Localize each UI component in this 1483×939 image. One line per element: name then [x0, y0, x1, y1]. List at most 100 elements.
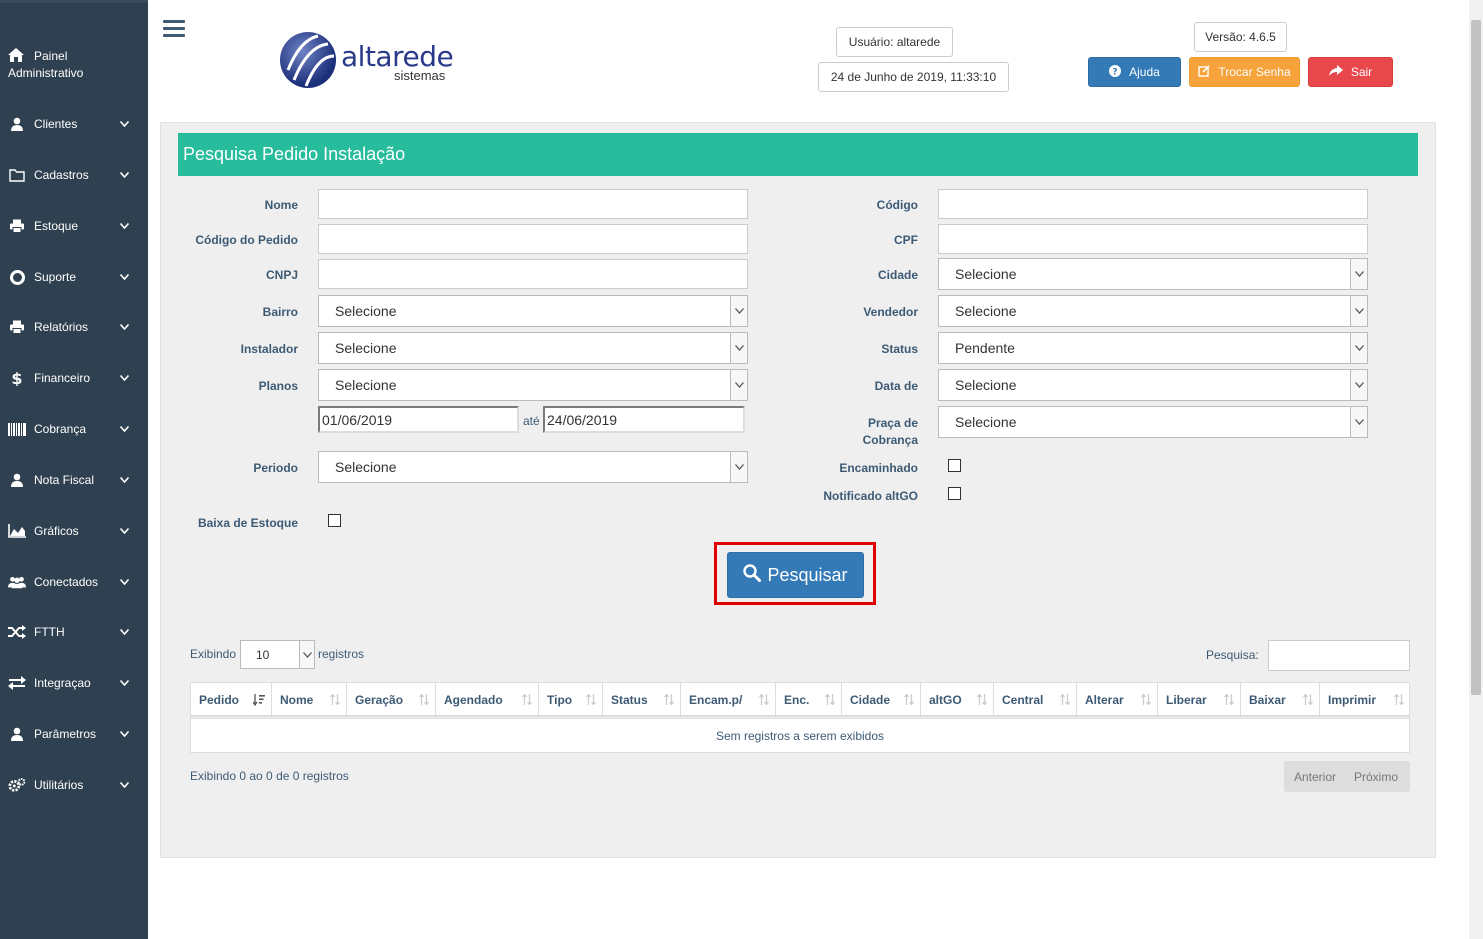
logo-subtext: sistemas	[394, 68, 446, 83]
label-cidade: Cidade	[877, 268, 918, 282]
sidebar-item-cadastros[interactable]: Cadastros	[0, 155, 148, 195]
sidebar-item-graficos[interactable]: Gráficos	[0, 511, 148, 551]
sidebar-item-conectados[interactable]: Conectados	[0, 562, 148, 602]
sidebar-item-cobranca[interactable]: Cobrança	[0, 409, 148, 449]
help-button[interactable]: ? Ajuda	[1088, 57, 1181, 87]
column-header-pedido[interactable]: Pedido	[191, 683, 272, 716]
label-cpf: CPF	[894, 233, 918, 247]
praca-cobranca-select[interactable]: Selecione	[938, 406, 1368, 438]
chevron-down-icon	[119, 119, 129, 129]
column-header-tipo[interactable]: Tipo	[539, 683, 603, 716]
sidebar-item-label: Financeiro	[34, 371, 91, 385]
column-header-agendado[interactable]: Agendado	[436, 683, 539, 716]
cpf-input[interactable]	[938, 224, 1368, 254]
sidebar-item-relatorios[interactable]: Relatórios	[0, 307, 148, 347]
showing-prefix: Exibindo	[190, 647, 237, 661]
sidebar-item-painel[interactable]: Painel Administrativo	[0, 43, 148, 87]
sidebar-item-clientes[interactable]: Clientes	[0, 104, 148, 144]
date-from-input[interactable]: 01/06/2019	[318, 406, 519, 433]
chevron-down-icon	[119, 424, 129, 434]
sidebar-item-ftth[interactable]: FTTH	[0, 612, 148, 652]
sort-icon	[824, 693, 836, 708]
label-periodo: Periodo	[253, 461, 298, 475]
logout-button[interactable]: Sair	[1308, 57, 1393, 87]
sidebar-item-label: Painel	[34, 49, 68, 63]
column-header-label: Enc.	[784, 692, 810, 707]
column-header-encam-p[interactable]: Encam.p/	[681, 683, 776, 716]
prev-page-button[interactable]: Anterior	[1294, 770, 1336, 784]
chevron-down-icon	[119, 221, 129, 231]
cidade-value: Selecione	[955, 266, 1017, 282]
codigo-pedido-input[interactable]	[318, 224, 748, 254]
date-to-input[interactable]: 24/06/2019	[543, 406, 745, 433]
column-header-alterar[interactable]: Alterar	[1077, 683, 1158, 716]
next-page-button[interactable]: Próximo	[1354, 770, 1398, 784]
column-header-central[interactable]: Central	[994, 683, 1077, 716]
column-header-nome[interactable]: Nome	[272, 683, 347, 716]
sidebar-item-financeiro[interactable]: $ Financeiro	[0, 358, 148, 398]
chevron-down-icon	[119, 475, 129, 485]
users-icon	[8, 574, 26, 590]
search-button[interactable]: Pesquisar	[727, 552, 864, 598]
column-header-label: Tipo	[547, 692, 573, 707]
user-icon	[8, 472, 26, 488]
column-header-baixar[interactable]: Baixar	[1241, 683, 1320, 716]
barcode-icon	[8, 421, 26, 437]
notificado-checkbox[interactable]	[948, 487, 961, 500]
bairro-select[interactable]: Selecione	[318, 295, 748, 327]
scrollbar-thumb[interactable]	[1471, 20, 1481, 695]
table-search-input[interactable]	[1268, 640, 1410, 671]
search-icon	[743, 563, 762, 587]
sort-icon	[903, 693, 915, 708]
planos-select[interactable]: Selecione	[318, 369, 748, 401]
table-info: Exibindo 0 ao 0 de 0 registros	[190, 769, 349, 783]
cnpj-input[interactable]	[318, 259, 748, 289]
page-scrollbar[interactable]	[1469, 0, 1483, 939]
change-password-button[interactable]: Trocar Senha	[1189, 57, 1300, 87]
table-search-label: Pesquisa:	[1206, 648, 1259, 662]
status-select[interactable]: Pendente	[938, 332, 1368, 364]
edit-icon	[1198, 64, 1210, 80]
table-empty-row: Sem registros a serem exibidos	[190, 718, 1410, 753]
baixa-estoque-checkbox[interactable]	[328, 514, 341, 527]
column-header-label: Liberar	[1166, 692, 1207, 707]
page-size-select[interactable]: 10	[240, 640, 315, 669]
chevron-down-icon	[119, 170, 129, 180]
sort-icon	[418, 693, 430, 708]
codigo-input[interactable]	[938, 189, 1368, 219]
sidebar-item-suporte[interactable]: Suporte	[0, 257, 148, 297]
chevron-down-icon	[119, 678, 129, 688]
column-header-liberar[interactable]: Liberar	[1158, 683, 1241, 716]
label-codigo: Código	[876, 198, 918, 212]
sort-icon	[1140, 693, 1152, 708]
sidebar-item-label: FTTH	[34, 625, 65, 639]
sidebar-item-nota-fiscal[interactable]: Nota Fiscal	[0, 460, 148, 500]
column-header-geracao[interactable]: Geração	[347, 683, 436, 716]
periodo-select[interactable]: Selecione	[318, 451, 748, 483]
column-header-label: Encam.p/	[689, 692, 743, 707]
sidebar-item-utilitarios[interactable]: Utilitários	[0, 765, 148, 805]
chevron-down-icon	[119, 627, 129, 637]
nome-input[interactable]	[318, 189, 748, 219]
menu-toggle-icon[interactable]	[163, 20, 185, 40]
showing-suffix: registros	[318, 647, 365, 661]
chevron-down-icon	[119, 526, 129, 536]
cidade-select[interactable]: Selecione	[938, 258, 1368, 290]
help-label: Ajuda	[1129, 65, 1160, 79]
sidebar-item-parametros[interactable]: Parâmetros	[0, 714, 148, 754]
sidebar-item-label: Gráficos	[34, 524, 79, 538]
instalador-select[interactable]: Selecione	[318, 332, 748, 364]
data-de-select[interactable]: Selecione	[938, 369, 1368, 401]
column-header-altgo[interactable]: altGO	[921, 683, 994, 716]
encaminhado-checkbox[interactable]	[948, 459, 961, 472]
label-vendedor: Vendedor	[863, 305, 918, 319]
column-header-imprimir[interactable]: Imprimir	[1320, 683, 1410, 716]
column-header-status[interactable]: Status	[603, 683, 681, 716]
column-header-enc[interactable]: Enc.	[776, 683, 842, 716]
sidebar-item-integracao[interactable]: Integraçao	[0, 663, 148, 703]
column-header-cidade[interactable]: Cidade	[842, 683, 921, 716]
sidebar-item-estoque[interactable]: Estoque	[0, 206, 148, 246]
panel-title: Pesquisa Pedido Instalação	[178, 133, 1418, 176]
vendedor-select[interactable]: Selecione	[938, 295, 1368, 327]
label-nome: Nome	[264, 198, 298, 212]
